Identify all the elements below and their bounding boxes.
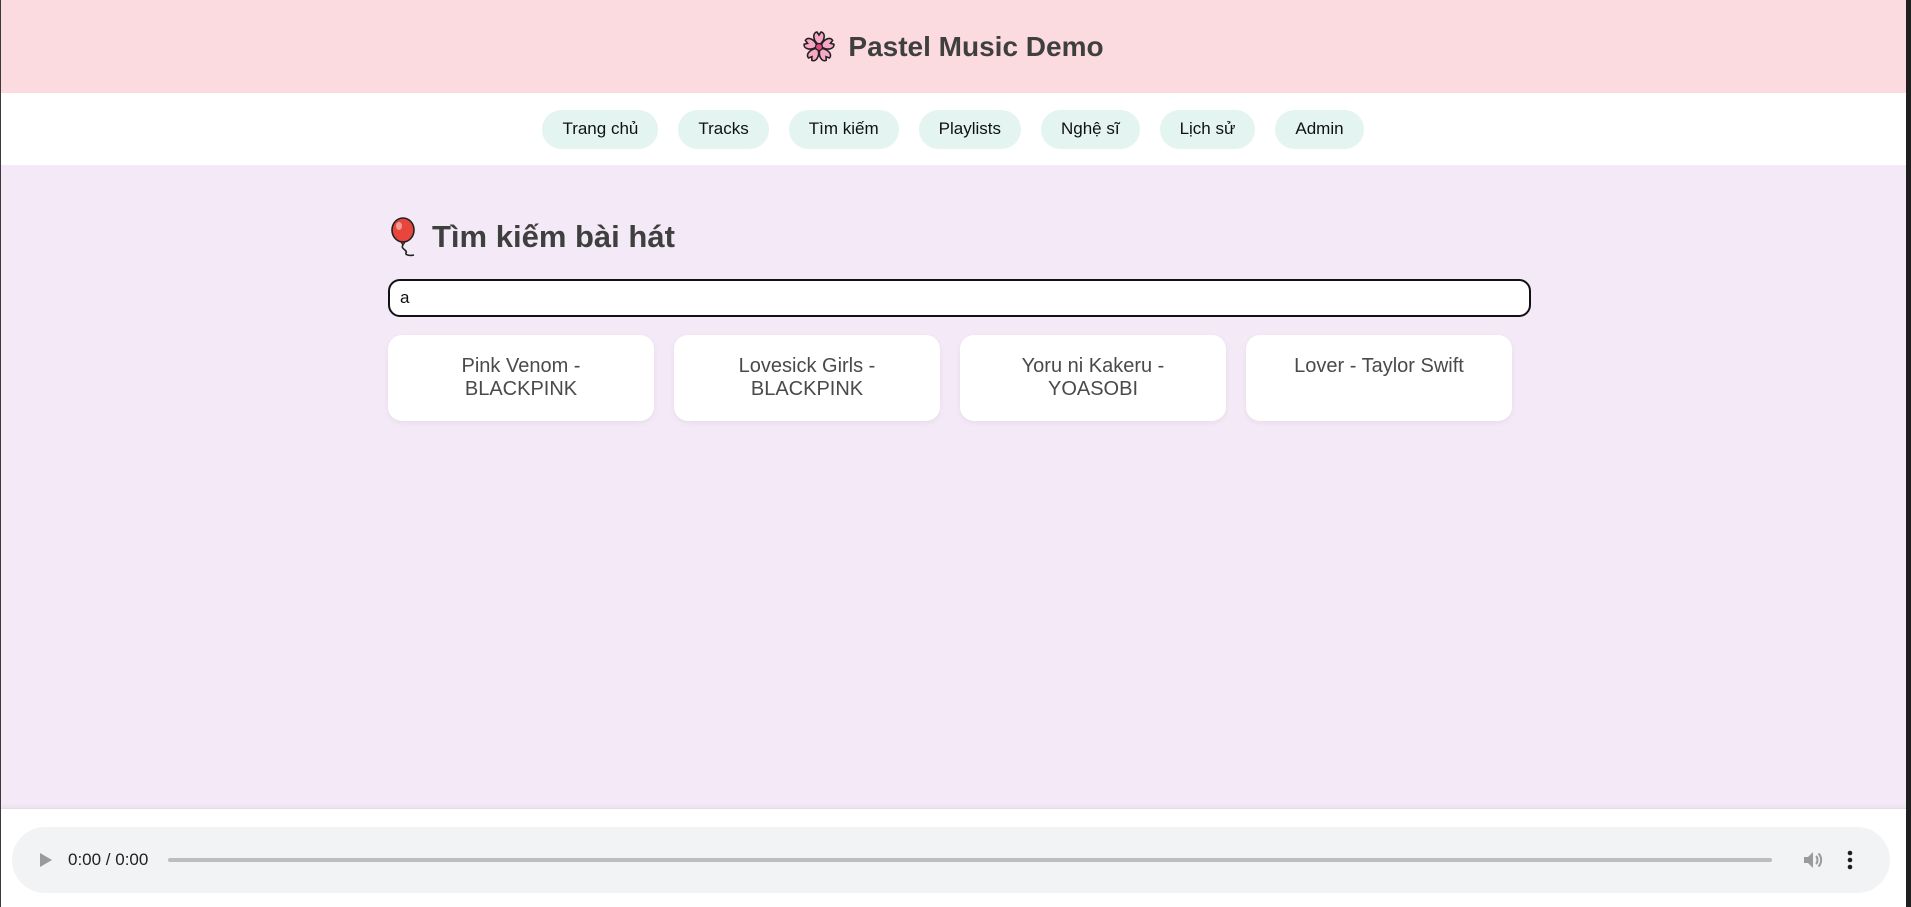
nav-item-tracks[interactable]: Tracks <box>678 109 769 149</box>
track-card-label: Yoru ni Kakeru - YOASOBI <box>1021 355 1165 400</box>
track-card-label: Lovesick Girls - BLACKPINK <box>738 355 876 400</box>
audio-player: 0:00 / 0:00 <box>12 827 1890 893</box>
main-nav: Trang chủ Tracks Tìm kiếm Playlists Nghệ… <box>0 93 1906 165</box>
search-input[interactable] <box>388 279 1531 317</box>
search-page: Tìm kiếm bài hát Pink Venom - BLACKPINK … <box>0 165 1906 808</box>
track-card-label: Pink Venom - BLACKPINK <box>461 355 581 400</box>
cherry-blossom-icon <box>802 30 836 64</box>
window-border-left <box>0 0 1 907</box>
play-icon[interactable] <box>36 850 56 870</box>
track-card-label: Lover - Taylor Swift <box>1294 355 1464 377</box>
search-heading-text: Tìm kiếm bài hát <box>432 219 675 254</box>
app-header: Pastel Music Demo <box>0 0 1906 93</box>
more-options-icon[interactable] <box>1842 847 1858 873</box>
balloon-icon <box>388 217 422 257</box>
app-window: Pastel Music Demo Trang chủ Tracks Tìm k… <box>0 0 1906 907</box>
player-bar: 0:00 / 0:00 <box>0 808 1906 907</box>
time-display: 0:00 / 0:00 <box>68 850 149 869</box>
nav-item-home[interactable]: Trang chủ <box>542 109 659 149</box>
window-border-right <box>1906 0 1911 907</box>
nav-item-artists[interactable]: Nghệ sĩ <box>1040 109 1140 149</box>
nav-item-history[interactable]: Lịch sử <box>1159 109 1256 149</box>
track-card[interactable]: Yoru ni Kakeru - YOASOBI <box>960 335 1226 421</box>
track-card[interactable]: Lovesick Girls - BLACKPINK <box>674 335 940 421</box>
track-card[interactable]: Pink Venom - BLACKPINK <box>388 335 654 421</box>
nav-item-search[interactable]: Tìm kiếm <box>788 109 899 149</box>
search-results: Pink Venom - BLACKPINK Lovesick Girls - … <box>388 335 1512 421</box>
nav-item-playlists[interactable]: Playlists <box>918 109 1021 149</box>
page-title: Tìm kiếm bài hát <box>388 217 675 257</box>
volume-icon[interactable] <box>1800 847 1826 873</box>
seek-slider[interactable] <box>168 858 1773 862</box>
app-title: Pastel Music Demo <box>848 30 1104 62</box>
track-card[interactable]: Lover - Taylor Swift <box>1246 335 1512 421</box>
nav-item-admin[interactable]: Admin <box>1275 109 1364 149</box>
